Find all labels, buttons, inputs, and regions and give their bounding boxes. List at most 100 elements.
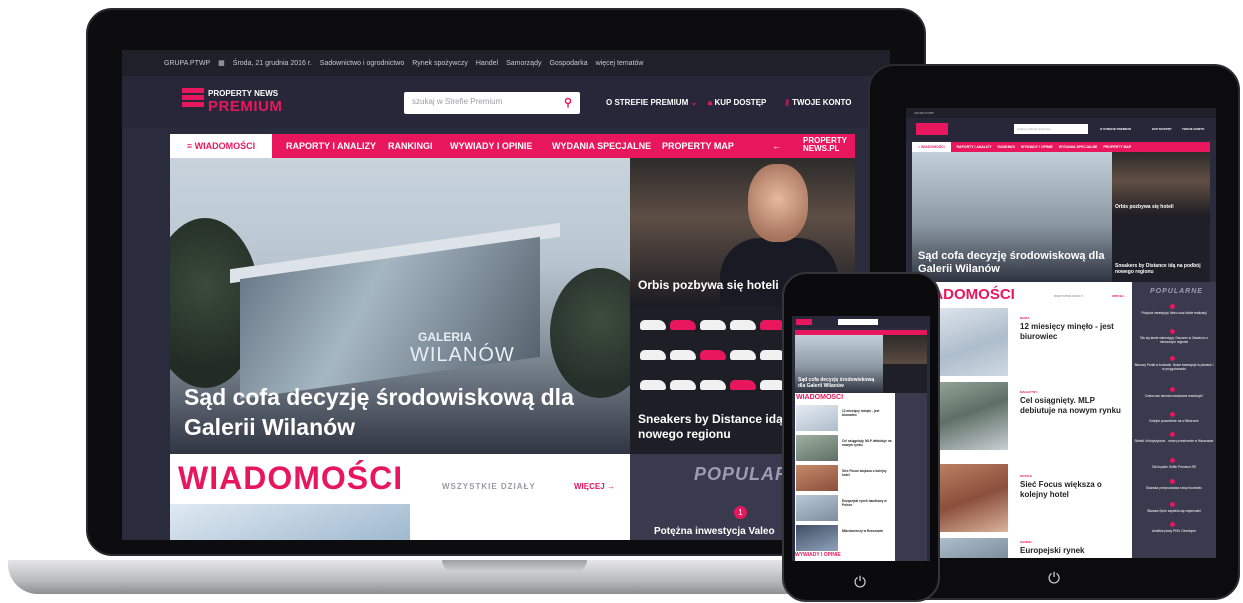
logo-mark-icon	[182, 88, 204, 114]
nav-item-reports[interactable]: RAPORTY I ANALIZY	[286, 134, 376, 158]
article-title[interactable]: Europejski rynek handlowy w Polsce	[842, 499, 894, 507]
phone-hero[interactable]: Sąd cofa decyzję środowiskową dla Galeri…	[795, 335, 883, 393]
article-title[interactable]: Cel osiągnięty. MLP debiutuje na nowym r…	[842, 439, 894, 447]
tablet-logo[interactable]	[916, 123, 948, 135]
account-link[interactable]: ⚷ TWOJE KONTO	[784, 98, 852, 107]
popular-item[interactable]: Taki będzie Griffin Premium RE	[1134, 465, 1214, 469]
article-thumbnail[interactable]	[796, 525, 838, 551]
nav-item-property-map[interactable]: PROPERTY MAP	[662, 134, 734, 158]
group-link[interactable]: GRUPA PTWP	[164, 60, 210, 67]
popular-item[interactable]: Warsaw Spire zapełnia się najemcami	[1134, 509, 1214, 513]
article-category: BIURA	[1020, 316, 1030, 320]
date-text: Środa, 21 grudnia 2016 r.	[232, 59, 312, 67]
hero-article[interactable]: GALERIA WILANÓW Sąd cofa decyzję środowi…	[170, 158, 630, 454]
building-sign-small: GALERIA	[418, 330, 472, 344]
main-nav: ≡ WIADOMOŚCI RAPORTY I ANALIZY RANKINGI …	[170, 134, 855, 158]
article-title[interactable]: Cel osiągnięty. MLP debiutuje na nowym r…	[1020, 396, 1128, 416]
tablet-search-input[interactable]: szukaj w Strefie Premium	[1014, 124, 1088, 134]
article-title[interactable]: Sieć Focus większa o kolejny hotel	[1020, 480, 1128, 500]
article-title[interactable]: Mikrokurierzy w Rzeszowie	[842, 529, 894, 533]
phone-side-1[interactable]	[883, 335, 927, 364]
article-title[interactable]: Sieć Focus większa o kolejny hotel	[842, 469, 894, 477]
search-icon[interactable]: ⚲	[564, 96, 572, 109]
site-logo[interactable]: PROPERTY NEWS PREMIUM	[182, 88, 282, 118]
tablet-nav-special[interactable]: WYDANIA SPECJALNE	[1059, 145, 1098, 149]
nav-item-special[interactable]: WYDANIA SPECJALNE	[552, 134, 651, 158]
popular-item[interactable]: Skanska przeprowadza nowy biurowiec	[1134, 486, 1214, 490]
buy-access-link[interactable]: 🔒︎ KUP DOSTĘP	[708, 98, 766, 108]
tablet-hero[interactable]: Sąd cofa decyzję środowiskową dla Galeri…	[912, 152, 1112, 282]
tablet-all-sections-link[interactable]: WSZYSTKIE DZIAŁY	[1054, 294, 1083, 298]
tablet-side-orbis[interactable]: Orbis pozbywa się hoteli	[1112, 152, 1210, 217]
tablet-hero-title[interactable]: Sąd cofa decyzję środowiskową dla Galeri…	[918, 250, 1108, 276]
phone-side-2[interactable]	[883, 364, 927, 393]
popular-item[interactable]: Sieleki i futurystyczne - nowe przestrze…	[1134, 439, 1214, 443]
phone-logo[interactable]	[796, 319, 812, 325]
all-sections-link[interactable]: WSZYSTKIE DZIAŁY	[442, 482, 536, 491]
article-category: HOTELE	[1020, 474, 1033, 478]
rank-badge	[1170, 356, 1175, 361]
tablet-nav-interviews[interactable]: WYWIADY I OPINIE	[1021, 145, 1053, 149]
buy-access-label: KUP DOSTĘP	[714, 98, 767, 107]
phone-section-interviews[interactable]: WYWIADY I OPINIE	[795, 552, 841, 558]
tablet-header: szukaj w Strefie Premium O STREFIE PREMI…	[906, 118, 1216, 140]
article-thumbnail[interactable]	[796, 465, 838, 491]
phone-search-input[interactable]	[838, 319, 878, 325]
article-thumbnail[interactable]	[796, 405, 838, 431]
tablet-popular: POPULARNE Potężna inwestycja Valeo oraz …	[1132, 282, 1216, 558]
phone-hero-title[interactable]: Sąd cofa decyzję środowiskową dla Galeri…	[798, 377, 882, 389]
topbar-link-2[interactable]: Rynek spożywczy	[412, 60, 468, 67]
topbar-link-more[interactable]: więcej tematów	[596, 60, 644, 67]
article-title[interactable]: Europejski rynek	[1020, 546, 1128, 556]
popular-item[interactable]: Tak się łamie stereotypy. Dworzec w Zawi…	[1134, 336, 1214, 344]
side-article-orbis-title[interactable]: Orbis pozbywa się hoteli	[638, 278, 779, 293]
propertynews-link[interactable]: PROPERTY NEWS.PL	[803, 137, 847, 153]
rank-badge	[1170, 432, 1175, 437]
tablet-side-sneakers[interactable]: Sneakers by Distance idą na podbój noweg…	[1112, 217, 1210, 282]
article-thumbnail[interactable]	[796, 495, 838, 521]
news-thumbnail[interactable]	[170, 504, 410, 540]
tablet-more-link[interactable]: WIĘCEJ →	[1112, 294, 1127, 298]
tablet-news-section: WIADOMOŚCI WSZYSTKIE DZIAŁY WIĘCEJ → BIU…	[912, 282, 1132, 558]
tablet-nav-news[interactable]: ≡ WIADOMOŚCI	[912, 142, 951, 152]
site-header: PROPERTY NEWS PREMIUM szukaj w Strefie P…	[122, 76, 890, 128]
phone-popular	[895, 393, 927, 561]
phone-screen: Sąd cofa decyzję środowiskową dla Galeri…	[792, 316, 930, 561]
rank-badge	[1170, 387, 1175, 392]
popular-item[interactable]: Kolejne pozwolenie na w Bieżronie	[1134, 419, 1214, 423]
tablet-buy-link[interactable]: KUP DOSTĘP	[1152, 127, 1171, 131]
tablet-nav-reports[interactable]: RAPORTY I ANALIZY	[957, 145, 992, 149]
tablet-side-orbis-title[interactable]: Orbis pozbywa się hoteli	[1115, 204, 1174, 210]
rank-badge	[1170, 479, 1175, 484]
popular-item[interactable]: Ambitne plany PHN. Developer	[1134, 529, 1214, 533]
topbar-link-5[interactable]: Gospodarka	[549, 60, 587, 67]
article-title[interactable]: 12 miesięcy minęło - jest biurowiec	[842, 409, 894, 417]
rank-badge	[1170, 502, 1175, 507]
nav-item-rankings[interactable]: RANKINGI	[388, 134, 433, 158]
topbar-link-3[interactable]: Handel	[476, 60, 498, 67]
tablet-nav-rankings[interactable]: RANKINGI	[997, 145, 1014, 149]
key-icon: ⚷	[784, 98, 790, 107]
back-arrow-icon[interactable]: ←	[772, 134, 781, 158]
popular-item[interactable]: Potężna inwestycja Valeo oraz błahe real…	[1134, 311, 1214, 315]
popular-item[interactable]: Czeka nas nieruchomościowa rewolucja?	[1134, 394, 1214, 398]
article-title[interactable]: 12 miesięcy minęło - jest biurowiec	[1020, 322, 1128, 342]
tablet-group-link[interactable]: GRUPA PTWP	[914, 111, 934, 115]
tablet-nav-map[interactable]: PROPERTY MAP	[1103, 145, 1131, 149]
tablet-about-link[interactable]: O STREFIE PREMIUM	[1100, 127, 1131, 131]
topbar-link-4[interactable]: Samorządy	[506, 60, 541, 67]
article-thumbnail[interactable]	[796, 435, 838, 461]
hero-title[interactable]: Sąd cofa decyzję środowiskową dla Galeri…	[184, 382, 604, 442]
popular-item[interactable]: Biurowy Portal w budowie. Nowe inwestycj…	[1134, 363, 1214, 371]
more-news-link[interactable]: WIĘCEJ →	[574, 482, 615, 491]
search-input[interactable]: szukaj w Strefie Premium ⚲	[404, 92, 580, 114]
popular-item[interactable]: Potężna inwestycja Valeo	[654, 526, 775, 537]
person-face	[748, 164, 808, 242]
top-bar: GRUPA PTWP ▦ Środa, 21 grudnia 2016 r. S…	[122, 50, 890, 76]
nav-item-news[interactable]: ≡ WIADOMOŚCI	[170, 134, 272, 158]
about-premium-link[interactable]: O STREFIE PREMIUM ⌄	[606, 98, 697, 107]
tablet-side-sneakers-title[interactable]: Sneakers by Distance idą na podbój noweg…	[1115, 263, 1207, 275]
nav-item-interviews[interactable]: WYWIADY I OPINIE	[450, 134, 532, 158]
tablet-account-link[interactable]: TWOJE KONTO	[1182, 127, 1204, 131]
topbar-link-1[interactable]: Sadownictwo i ogrodnictwo	[320, 60, 404, 67]
